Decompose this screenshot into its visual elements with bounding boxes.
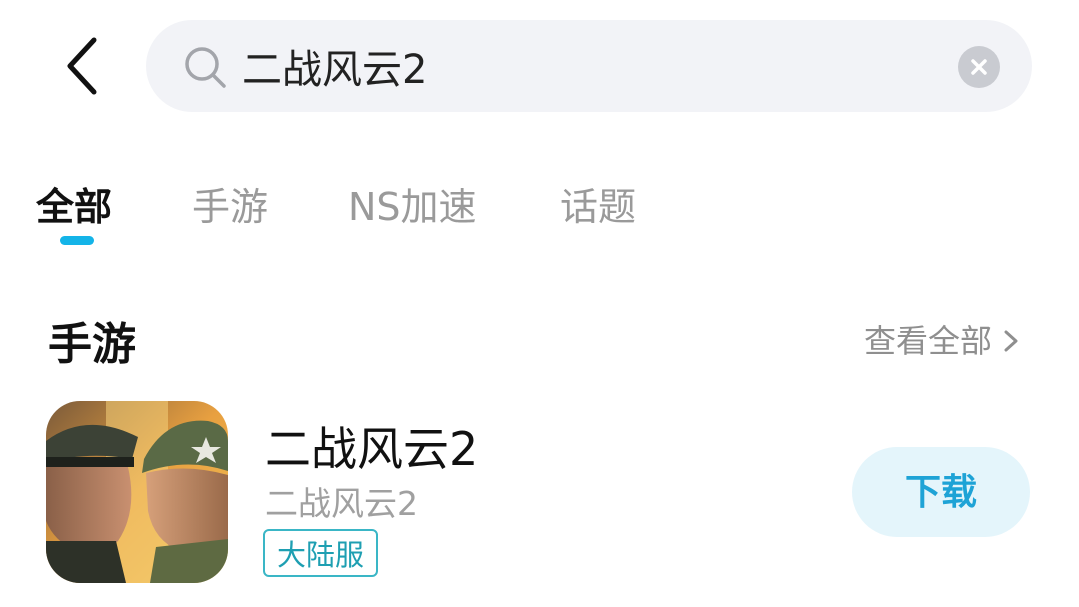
tab-mobile-games[interactable]: 手游	[192, 176, 268, 231]
game-cover-art	[46, 401, 228, 583]
search-bar	[146, 20, 1032, 112]
search-input[interactable]	[242, 36, 922, 96]
section-title: 手游	[48, 319, 136, 370]
tab-bar: 全部 手游 NS加速 话题	[0, 170, 1079, 250]
tab-ns-accelerate[interactable]: NS加速	[348, 176, 477, 231]
download-button[interactable]: 下载	[852, 447, 1030, 537]
app-subtitle: 二战风云2	[265, 484, 418, 523]
tab-topics[interactable]: 话题	[560, 176, 636, 231]
tab-all[interactable]: 全部	[36, 176, 112, 231]
chevron-right-icon	[1004, 330, 1018, 352]
back-button[interactable]	[60, 34, 104, 98]
search-icon	[185, 47, 226, 88]
app-name: 二战风云2	[265, 422, 479, 476]
see-all-link[interactable]: 查看全部	[864, 316, 1022, 362]
clear-search-button[interactable]	[958, 46, 1000, 88]
see-all-label: 查看全部	[864, 322, 993, 360]
app-list-item[interactable]: 二战风云2 二战风云2 大陆服 下载	[0, 395, 1079, 590]
app-icon[interactable]	[46, 401, 228, 583]
back-arrow-icon	[67, 37, 97, 95]
active-tab-indicator	[60, 236, 94, 245]
clear-icon	[971, 59, 987, 75]
server-tag-badge: 大陆服	[263, 529, 379, 577]
